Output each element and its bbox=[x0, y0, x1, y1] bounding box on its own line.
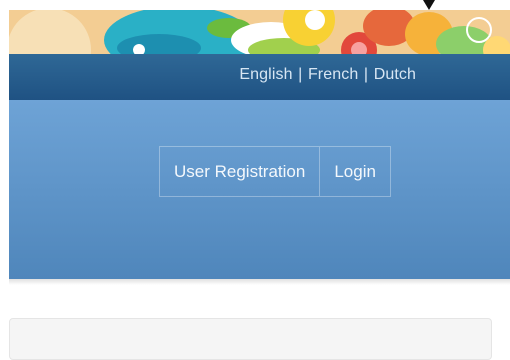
language-english-link[interactable]: English bbox=[239, 66, 292, 83]
auth-button-group: User Registration Login bbox=[159, 146, 391, 197]
language-dutch-link[interactable]: Dutch bbox=[374, 66, 416, 83]
header-banner-artwork bbox=[9, 10, 510, 54]
hero-section: User Registration Login bbox=[9, 100, 510, 279]
language-separator: | bbox=[298, 66, 303, 83]
cursor-arrow-icon bbox=[423, 0, 435, 10]
language-separator: | bbox=[363, 66, 369, 83]
content-panel bbox=[9, 318, 492, 360]
login-button[interactable]: Login bbox=[319, 147, 390, 196]
language-french-link[interactable]: French bbox=[308, 66, 358, 83]
top-bar: English | French | Dutch bbox=[9, 54, 510, 100]
user-registration-button[interactable]: User Registration bbox=[160, 147, 319, 196]
hero-shadow bbox=[9, 279, 510, 285]
banner-illustration bbox=[9, 10, 510, 54]
language-switcher: English | French | Dutch bbox=[239, 66, 416, 84]
